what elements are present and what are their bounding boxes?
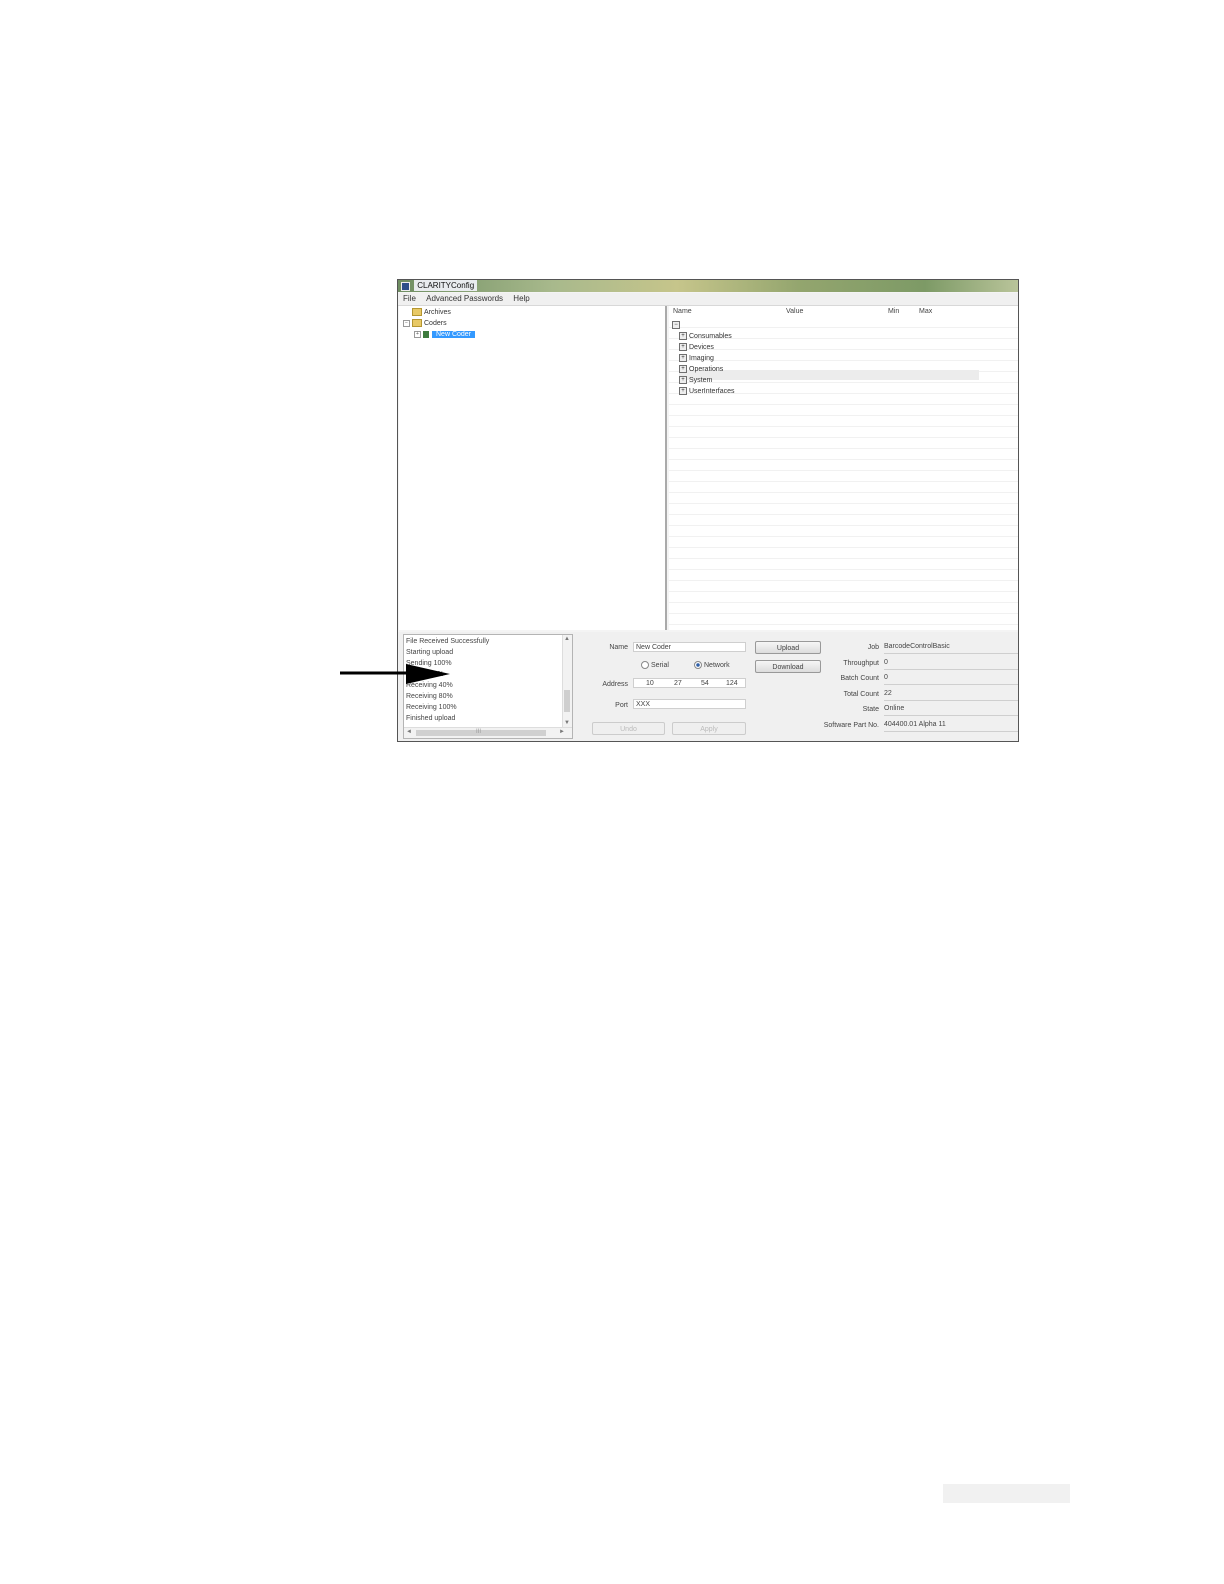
expand-icon[interactable]: + <box>679 365 687 374</box>
collapse-icon[interactable]: − <box>403 319 410 327</box>
app-icon <box>401 282 410 291</box>
job-value: BarcodeControlBasic <box>884 641 1018 654</box>
grid-row-label: Imaging <box>689 355 714 362</box>
collapse-icon[interactable]: − <box>672 321 680 330</box>
tree-item-label: New Coder <box>432 331 476 338</box>
log-line: Starting upload <box>406 649 454 656</box>
job-label: Job <box>867 644 879 651</box>
serial-radio[interactable]: Serial <box>641 661 669 670</box>
log-line: File Received Successfully <box>406 638 490 645</box>
title-bar[interactable]: CLARITYConfig <box>398 280 1018 292</box>
total-count-value: 22 <box>884 688 1018 701</box>
address-field[interactable]: 10 27 54 124 <box>633 678 746 688</box>
menu-bar: File Advanced Passwords Help <box>398 293 1018 306</box>
tree-item-new-coder[interactable]: + New Coder <box>414 330 476 340</box>
upload-button[interactable]: Upload <box>755 641 821 654</box>
window-title: CLARITYConfig <box>414 280 478 291</box>
serial-label: Serial <box>651 662 669 669</box>
folder-icon <box>412 308 422 317</box>
throughput-value: 0 <box>884 657 1018 670</box>
log-vertical-scrollbar[interactable]: ▲ ▼ <box>562 635 572 729</box>
expand-icon[interactable]: + <box>679 332 687 341</box>
grid-row-operations[interactable]: + Operations <box>679 365 723 375</box>
parameter-grid: Name Value Min Max − + Consumables + Devic… <box>669 306 1018 630</box>
grid-row-label: Consumables <box>689 333 732 340</box>
log-line: Receiving 80% <box>406 693 453 700</box>
bottom-panel: File Received Successfully Starting uplo… <box>398 632 1018 741</box>
folder-icon <box>412 319 422 328</box>
apply-button[interactable]: Apply <box>672 722 746 735</box>
log-line: Receiving 100% <box>406 704 457 711</box>
network-radio[interactable]: Network <box>694 661 730 670</box>
column-header-value[interactable]: Value <box>786 308 803 315</box>
tree-item-label: Archives <box>424 309 451 316</box>
clarityconfig-window: CLARITYConfig File Advanced Passwords He… <box>397 279 1019 742</box>
column-header-min[interactable]: Min <box>888 308 899 315</box>
log-horizontal-scrollbar[interactable]: ◄ III ► <box>404 727 572 738</box>
download-button[interactable]: Download <box>755 660 821 673</box>
column-header-max[interactable]: Max <box>919 308 932 315</box>
batch-count-label: Batch Count <box>840 675 879 682</box>
scroll-thumb[interactable] <box>564 690 570 712</box>
total-count-label: Total Count <box>843 691 879 698</box>
address-octet-1[interactable]: 10 <box>646 679 654 689</box>
scroll-thumb[interactable]: III <box>416 729 546 736</box>
grid-row-consumables[interactable]: + Consumables <box>679 332 732 342</box>
callout-arrow-icon <box>340 664 450 684</box>
grid-row-label: Devices <box>689 344 714 351</box>
grid-root-node[interactable]: − <box>672 321 682 331</box>
address-label: Address <box>602 681 628 688</box>
row-highlight <box>679 370 979 380</box>
menu-help[interactable]: Help <box>513 294 529 303</box>
expand-icon[interactable]: + <box>679 387 687 396</box>
coder-icon <box>423 330 429 338</box>
grid-row-label: UserInterfaces <box>689 388 735 395</box>
tree-item-label: Coders <box>424 320 447 327</box>
menu-advanced-passwords[interactable]: Advanced Passwords <box>426 294 503 303</box>
grid-row-label: System <box>689 377 713 384</box>
scroll-left-icon[interactable]: ◄ <box>406 728 412 737</box>
radio-icon <box>641 661 649 670</box>
address-octet-3[interactable]: 54 <box>701 679 709 689</box>
column-header-name[interactable]: Name <box>673 308 692 315</box>
address-octet-2[interactable]: 27 <box>674 679 682 689</box>
radio-selected-icon <box>694 661 702 670</box>
batch-count-value: 0 <box>884 672 1018 685</box>
scroll-right-icon[interactable]: ► <box>559 728 565 737</box>
grid-row-userinterfaces[interactable]: + UserInterfaces <box>679 387 735 397</box>
scroll-grip: III <box>476 729 482 735</box>
footer-placeholder <box>943 1484 1070 1503</box>
expand-icon[interactable]: + <box>679 354 687 363</box>
grid-row-label: Operations <box>689 366 724 373</box>
expand-icon[interactable]: + <box>679 376 687 385</box>
grid-row-devices[interactable]: + Devices <box>679 343 714 353</box>
menu-file[interactable]: File <box>403 294 416 303</box>
expand-icon[interactable]: + <box>414 330 421 338</box>
state-label: State <box>862 706 879 713</box>
tree-item-archives[interactable]: Archives <box>412 308 451 318</box>
grid-row-system[interactable]: + System <box>679 376 712 386</box>
software-part-label: Software Part No. <box>823 722 879 729</box>
throughput-label: Throughput <box>843 660 879 667</box>
grid-row-imaging[interactable]: + Imaging <box>679 354 714 364</box>
name-label: Name <box>609 644 628 651</box>
tree-item-coders[interactable]: − Coders <box>403 319 447 329</box>
grid-header: Name Value Min Max <box>669 306 1018 317</box>
arrow-head <box>406 664 450 684</box>
undo-button[interactable]: Undo <box>592 722 665 735</box>
log-line: Finished upload <box>406 715 456 722</box>
port-field[interactable]: XXX <box>633 699 746 709</box>
state-value: Online <box>884 703 1018 716</box>
scroll-up-icon[interactable]: ▲ <box>564 635 570 644</box>
address-octet-4[interactable]: 124 <box>726 679 738 689</box>
port-label: Port <box>615 702 628 709</box>
expand-icon[interactable]: + <box>679 343 687 352</box>
name-field[interactable]: New Coder <box>633 642 746 652</box>
coder-tree: Archives − Coders + New Coder <box>399 306 667 630</box>
network-label: Network <box>704 662 730 669</box>
software-part-value: 404400.01 Alpha 11 <box>884 719 1018 732</box>
